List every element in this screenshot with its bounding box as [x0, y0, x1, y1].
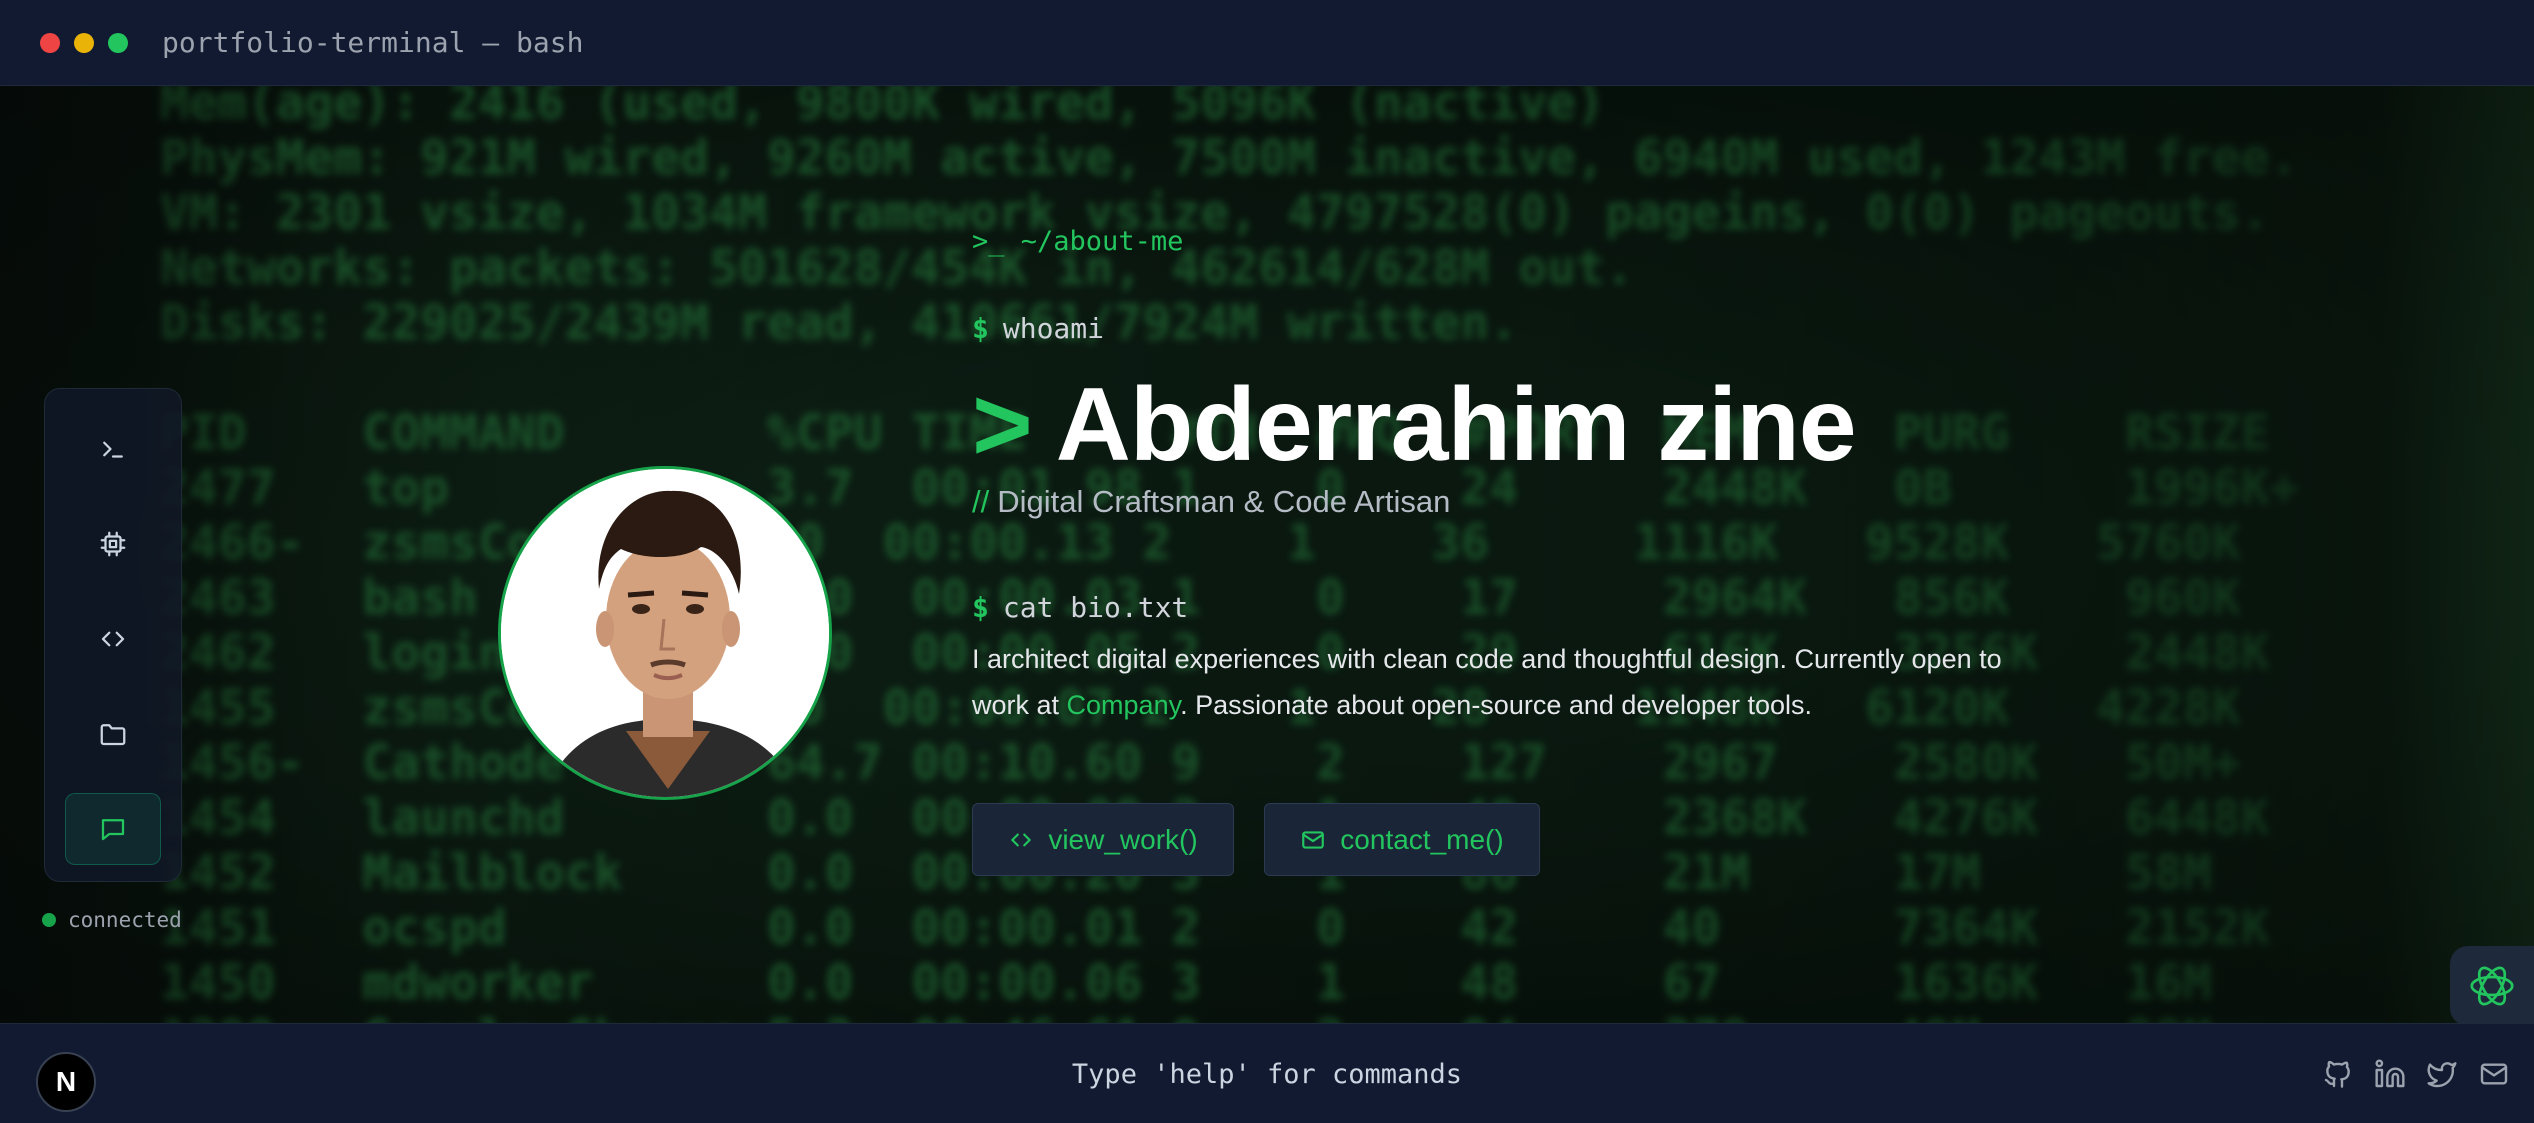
ai-assistant-button[interactable]: [2450, 946, 2534, 1023]
twitter-link[interactable]: [2426, 1058, 2458, 1090]
hero-section: Mem(age): 2416 (used, 9800K wired, 5096K…: [0, 86, 2534, 1023]
company-link[interactable]: Company: [1067, 690, 1181, 720]
social-links: [2322, 1058, 2510, 1090]
window-titlebar: portfolio-terminal — bash: [0, 0, 2534, 86]
dollar-prompt: $: [972, 312, 989, 345]
profile-name: > Abderrahim zine: [972, 366, 1857, 485]
command-hint: Type 'help' for commands: [1071, 1059, 1463, 1090]
dollar-prompt: $: [972, 591, 989, 624]
status-text: connected: [68, 908, 182, 932]
sidebar-item-contact[interactable]: [65, 793, 161, 865]
twitter-icon: [2427, 1062, 2457, 1088]
command-cat-bio: $ cat bio.txt: [972, 591, 1188, 624]
command-text: cat bio.txt: [1002, 591, 1189, 624]
message-icon: [101, 819, 125, 841]
mail-icon: [1302, 830, 1325, 849]
profile-tagline: //Digital Craftsman & Code Artisan: [972, 484, 1450, 520]
sidebar: [44, 388, 182, 882]
linkedin-icon: [2375, 1059, 2405, 1088]
code-icon: [101, 631, 125, 647]
footer-bar: N Type 'help' for commands: [0, 1023, 2534, 1123]
sidebar-item-skills[interactable]: [65, 508, 161, 580]
tagline-prefix: //: [972, 484, 990, 519]
background-vignette: [0, 86, 2534, 1023]
minimize-window-button[interactable]: [74, 32, 94, 53]
command-text: whoami: [1002, 312, 1105, 345]
linkedin-link[interactable]: [2374, 1058, 2406, 1090]
code-icon: [1011, 833, 1032, 846]
sidebar-item-terminal[interactable]: [65, 413, 161, 485]
name-text: Abderrahim zine: [1055, 367, 1857, 483]
maximize-window-button[interactable]: [108, 32, 128, 53]
cpu-icon: [100, 531, 126, 557]
view-work-button[interactable]: view_work(): [972, 803, 1234, 876]
github-icon: [2324, 1060, 2350, 1088]
tagline-text: Digital Craftsman & Code Artisan: [997, 484, 1451, 519]
sidebar-item-code[interactable]: [65, 603, 161, 675]
chatgpt-icon: [2470, 966, 2514, 1006]
status-indicator-dot: [42, 913, 56, 927]
email-link[interactable]: [2478, 1058, 2510, 1090]
view-work-label: view_work(): [1048, 823, 1198, 855]
prompt-symbol: >_: [972, 226, 1005, 257]
mail-icon: [2480, 1063, 2508, 1085]
contact-me-button[interactable]: contact_me(): [1264, 803, 1540, 876]
terminal-icon: [103, 441, 123, 458]
command-whoami: $ whoami: [972, 312, 1104, 345]
profile-photo: [501, 469, 829, 797]
contact-me-label: contact_me(): [1340, 823, 1504, 855]
window-title: portfolio-terminal — bash: [162, 26, 584, 59]
folder-icon: [100, 724, 126, 746]
close-window-button[interactable]: [40, 32, 60, 53]
github-link[interactable]: [2322, 1058, 2354, 1090]
profile-avatar: [498, 466, 832, 800]
bio-part: . Passionate about open-source and devel…: [1180, 690, 1813, 720]
path-prompt: >_ ~/about-me: [972, 226, 1183, 257]
name-prefix: >: [972, 367, 1033, 483]
current-path: ~/about-me: [1020, 226, 1184, 257]
bio-text: I architect digital experiences with cle…: [972, 636, 2052, 728]
connection-status: connected: [42, 908, 182, 932]
sidebar-item-projects[interactable]: [65, 698, 161, 770]
